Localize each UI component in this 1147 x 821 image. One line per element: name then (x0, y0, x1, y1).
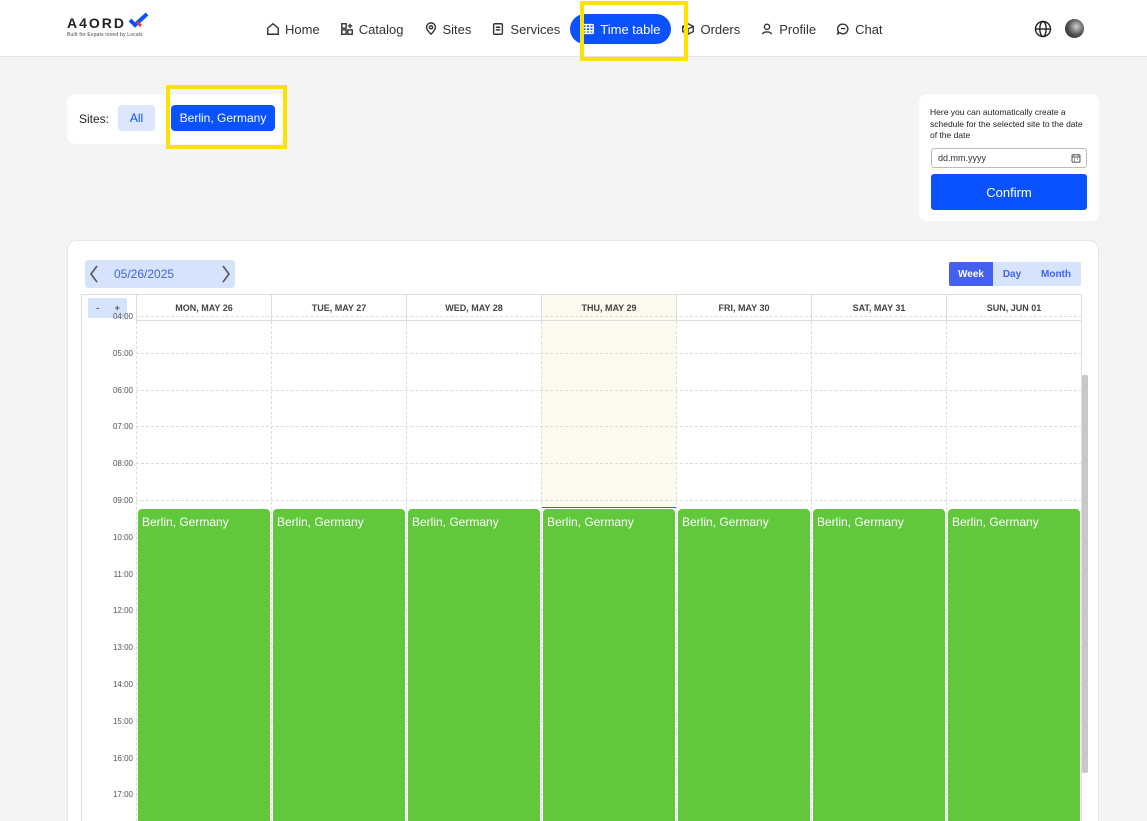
time-label: 09:00 (112, 496, 133, 505)
services-icon (493, 23, 504, 35)
day-divider (406, 321, 407, 821)
nav-catalog[interactable]: Catalog (330, 14, 414, 44)
current-date[interactable]: 05/26/2025 (114, 267, 174, 281)
highlight-box-nav (580, 1, 688, 61)
calendar: 05/26/2025 Week Day Month - + MON, MAY 2… (67, 240, 1099, 821)
grid-scrollbar[interactable] (1082, 375, 1088, 773)
current-time-indicator (542, 507, 676, 508)
day-divider (541, 321, 542, 821)
logo-tagline: Built for Expats loved by Locals (67, 32, 143, 38)
today-column (541, 321, 676, 507)
logo-check-icon (128, 12, 149, 28)
time-label: 14:00 (112, 680, 133, 689)
nav-profile[interactable]: Profile (750, 14, 826, 44)
day-header[interactable]: WED, MAY 28 (406, 295, 541, 321)
user-icon (762, 23, 773, 35)
hour-line (136, 463, 1082, 465)
view-switcher: Week Day Month (949, 262, 1081, 286)
highlight-box-site (166, 85, 287, 149)
nav-label: Catalog (358, 21, 404, 37)
site-option-all[interactable]: All (118, 105, 155, 131)
chevron-left-icon (90, 265, 98, 283)
event-block[interactable]: Berlin, Germany (678, 509, 810, 821)
time-label: 15:00 (112, 716, 133, 726)
globe-icon[interactable] (1034, 20, 1052, 38)
nav-chat[interactable]: Chat (826, 14, 892, 44)
schedule-date-input[interactable]: dd.mm.yyyy (931, 148, 1087, 168)
next-week-button[interactable] (217, 260, 235, 288)
catalog-icon (340, 23, 353, 35)
day-divider (136, 321, 137, 821)
hour-line (136, 316, 1082, 317)
time-label: 12:00 (112, 606, 133, 616)
schedule-panel: Here you can automatically create a sche… (919, 94, 1099, 221)
time-label: 11:00 (113, 569, 133, 579)
event-block[interactable]: Berlin, Germany (543, 509, 675, 821)
nav-label: Home (285, 21, 320, 37)
week-grid: - + MON, MAY 26 TUE, MAY 27 WED, MAY 28 THU… (81, 294, 1088, 821)
day-divider (1081, 321, 1082, 821)
time-label: 07:00 (112, 422, 133, 432)
schedule-description: Here you can automatically create a sche… (930, 107, 1083, 140)
nav-label: Orders (700, 21, 741, 37)
main-nav: Home Catalog Sites Services Time table O… (256, 14, 893, 44)
time-label: 16:00 (112, 753, 133, 763)
nav-label: Services (510, 21, 561, 37)
hour-line (136, 426, 1082, 428)
time-label: 08:00 (112, 459, 133, 469)
time-label: 17:00 (112, 790, 133, 800)
day-header[interactable]: MON, MAY 26 (136, 295, 271, 321)
day-header[interactable]: SUN, JUN 01 (946, 295, 1081, 321)
event-block[interactable]: Berlin, Germany (408, 509, 540, 821)
date-placeholder: dd.mm.yyyy (938, 153, 987, 163)
prev-week-button[interactable] (85, 260, 103, 288)
nav-label: Profile (779, 21, 817, 37)
hour-line (136, 500, 1082, 501)
day-divider (271, 321, 272, 821)
event-block[interactable]: Berlin, Germany (273, 509, 405, 821)
home-icon (267, 22, 279, 35)
nav-label: Sites (442, 21, 472, 37)
day-header[interactable]: THU, MAY 29 (541, 295, 676, 321)
logo-text: A4ORD (67, 15, 127, 31)
day-divider (811, 321, 812, 821)
event-block[interactable]: Berlin, Germany (948, 509, 1080, 821)
view-month-button[interactable]: Month (1031, 262, 1081, 286)
chat-icon (836, 23, 849, 36)
day-divider (946, 321, 947, 821)
nav-services[interactable]: Services (481, 14, 570, 44)
time-label: 04:00 (112, 312, 133, 321)
hour-line (136, 389, 1082, 391)
nav-home[interactable]: Home (256, 14, 330, 44)
time-label: 06:00 (112, 385, 133, 395)
confirm-button[interactable]: Confirm (931, 174, 1087, 210)
calendar-icon[interactable] (1071, 153, 1081, 163)
location-pin-icon (425, 22, 436, 36)
view-week-button[interactable]: Week (949, 262, 993, 286)
time-label: 10:00 (112, 532, 133, 542)
hour-line (136, 352, 1082, 354)
logo[interactable]: A4ORD Built for Expats loved by Locals (67, 12, 150, 38)
nav-sites[interactable]: Sites (414, 14, 482, 44)
date-navigator: 05/26/2025 (85, 260, 235, 288)
event-block[interactable]: Berlin, Germany (813, 509, 945, 821)
day-header[interactable]: TUE, MAY 27 (271, 295, 406, 321)
avatar[interactable] (1065, 19, 1084, 38)
nav-label: Chat (855, 21, 883, 37)
day-divider (676, 321, 677, 821)
event-block[interactable]: Berlin, Germany (138, 509, 270, 821)
day-header[interactable]: FRI, MAY 30 (676, 295, 811, 321)
time-label: 05:00 (112, 348, 133, 358)
view-day-button[interactable]: Day (993, 262, 1031, 286)
sites-label: Sites: (79, 112, 110, 126)
chevron-right-icon (222, 265, 230, 283)
top-header: A4ORD Built for Expats loved by Locals H… (0, 0, 1147, 57)
day-header[interactable]: SAT, MAY 31 (811, 295, 946, 321)
time-label: 13:00 (112, 643, 133, 653)
